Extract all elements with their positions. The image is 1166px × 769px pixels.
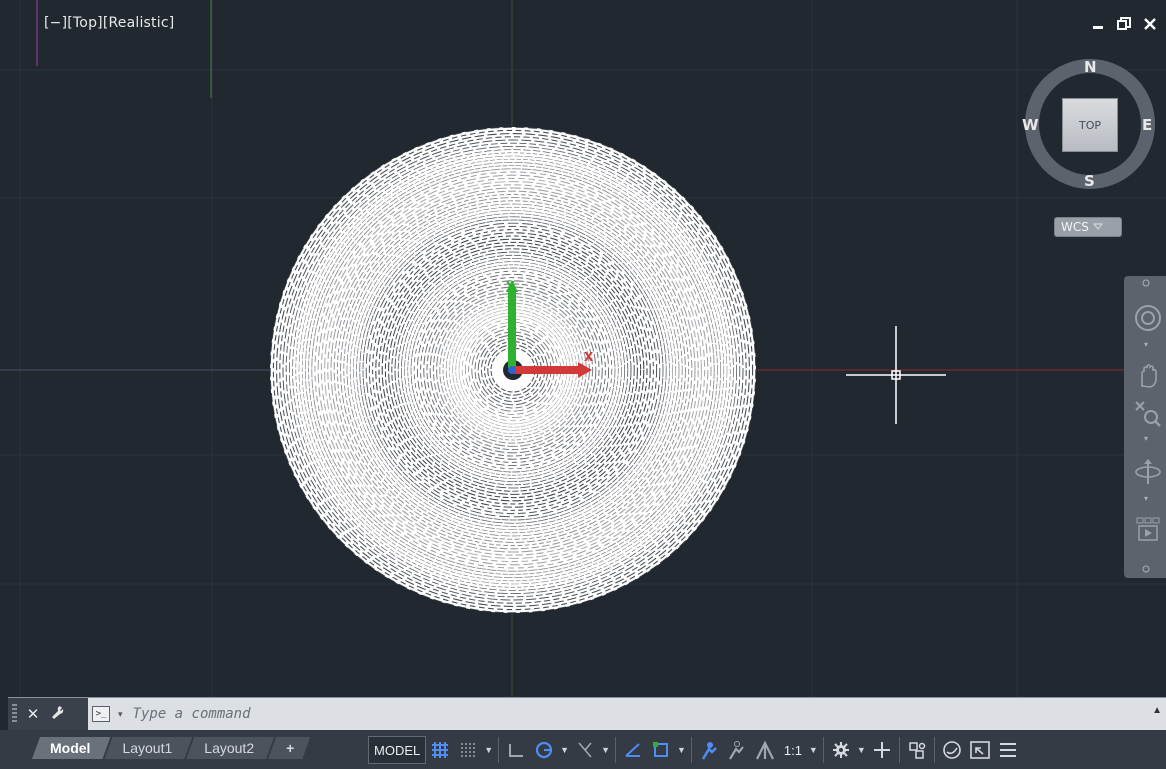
chevron-down-icon[interactable]: ▾ <box>1144 435 1152 443</box>
isolate-objects-icon[interactable] <box>903 736 931 764</box>
navbar-options-icon[interactable] <box>1141 564 1151 574</box>
add-layout-button[interactable]: + <box>268 737 310 759</box>
chevron-down-icon[interactable]: ▾ <box>1144 341 1152 349</box>
plus-icon[interactable] <box>868 736 896 764</box>
tab-model[interactable]: Model <box>32 737 110 759</box>
ucs-x-label: X <box>584 350 594 364</box>
chevron-down-icon[interactable]: ▼ <box>599 745 612 755</box>
orbit-icon[interactable] <box>1132 456 1164 488</box>
annotation-scale-value[interactable]: 1:1 <box>779 736 807 764</box>
wrench-icon[interactable] <box>49 704 65 724</box>
command-line: ✕ >_ ▾ ▲ <box>8 697 1166 730</box>
viewcube-top-face[interactable]: TOP <box>1062 98 1118 152</box>
customization-menu-icon[interactable] <box>994 736 1022 764</box>
status-bar: Model Layout1 Layout2 + MODEL ▼ ▼ ▼ ▼ 1:… <box>0 730 1166 769</box>
divider <box>498 737 500 763</box>
drag-grip-icon[interactable] <box>12 704 17 724</box>
minimize-icon[interactable] <box>1090 16 1106 32</box>
command-history-up-icon[interactable]: ▲ <box>1152 705 1162 716</box>
divider <box>615 737 616 763</box>
auto-scale-icon[interactable] <box>723 736 751 764</box>
compass-east[interactable]: E <box>1142 116 1152 134</box>
wcs-label: WCS <box>1061 220 1089 234</box>
compass-west[interactable]: W <box>1022 116 1039 134</box>
viewport-controls-menu[interactable]: [−] <box>44 15 67 31</box>
steering-wheel-icon[interactable] <box>1132 302 1164 334</box>
ucs-y-label: Y <box>505 279 515 293</box>
chevron-down-icon[interactable]: ▼ <box>807 745 820 755</box>
navbar-close-icon[interactable] <box>1141 278 1151 288</box>
compass-north[interactable]: N <box>1084 58 1097 76</box>
command-prompt-icon[interactable]: >_ <box>92 706 110 722</box>
object-snap-icon[interactable] <box>647 736 675 764</box>
snap-mode-icon[interactable] <box>454 736 482 764</box>
navigation-bar: ▾ ▾ ▾ <box>1124 276 1166 578</box>
chevron-down-icon[interactable]: ▾ <box>1144 495 1152 503</box>
wcs-menu[interactable]: WCS <box>1054 217 1122 237</box>
hardware-acceleration-icon[interactable] <box>938 736 966 764</box>
pan-icon[interactable] <box>1132 360 1164 392</box>
viewport-canvas[interactable]: Y X <box>0 0 1166 697</box>
restore-icon[interactable] <box>1116 16 1132 32</box>
command-input[interactable] <box>130 705 1035 723</box>
chevron-down-icon <box>1092 223 1103 230</box>
chevron-down-icon[interactable]: ▼ <box>855 745 868 755</box>
command-line-controls: ✕ <box>8 698 88 730</box>
zoom-icon[interactable] <box>1132 398 1164 430</box>
close-icon[interactable]: ✕ <box>25 705 41 723</box>
chevron-down-icon[interactable]: ▾ <box>116 709 125 720</box>
clean-screen-icon[interactable] <box>966 736 994 764</box>
divider <box>933 737 935 763</box>
object-snap-tracking-icon[interactable] <box>619 736 647 764</box>
viewcube[interactable]: N S W E TOP <box>1018 58 1164 190</box>
chevron-down-icon[interactable]: ▼ <box>675 745 688 755</box>
model-space-button[interactable]: MODEL <box>368 736 427 764</box>
chevron-down-icon[interactable]: ▼ <box>558 745 571 755</box>
showmotion-icon[interactable] <box>1132 514 1164 546</box>
polar-tracking-icon[interactable] <box>530 736 558 764</box>
annotation-visibility-icon[interactable] <box>695 736 723 764</box>
divider <box>898 737 900 763</box>
visual-style-menu[interactable]: [Realistic] <box>103 15 175 31</box>
tab-layout1[interactable]: Layout1 <box>104 737 192 759</box>
tab-layout2[interactable]: Layout2 <box>186 737 274 759</box>
grid-icon[interactable] <box>426 736 454 764</box>
close-icon[interactable] <box>1142 16 1158 32</box>
command-input-wrap: >_ ▾ <box>92 702 1156 726</box>
ortho-mode-icon[interactable] <box>502 736 530 764</box>
annotation-scale-icon[interactable] <box>751 736 779 764</box>
crosshair-cursor <box>846 326 946 424</box>
drawing-viewport[interactable]: Y X [−][Top][Realistic] N S W E TOP WCS … <box>0 0 1166 697</box>
viewport-label[interactable]: [−][Top][Realistic] <box>44 15 174 31</box>
viewport-window-controls <box>1090 16 1158 32</box>
divider <box>822 737 824 763</box>
gear-icon[interactable] <box>827 736 855 764</box>
view-menu[interactable]: [Top] <box>67 15 103 31</box>
divider <box>690 737 692 763</box>
status-tools: MODEL ▼ ▼ ▼ ▼ 1:1 ▼ ▼ <box>368 735 1022 765</box>
compass-south[interactable]: S <box>1084 172 1095 190</box>
chevron-down-icon[interactable]: ▼ <box>482 745 495 755</box>
layout-tabs: Model Layout1 Layout2 + <box>32 737 304 761</box>
isometric-drafting-icon[interactable] <box>571 736 599 764</box>
